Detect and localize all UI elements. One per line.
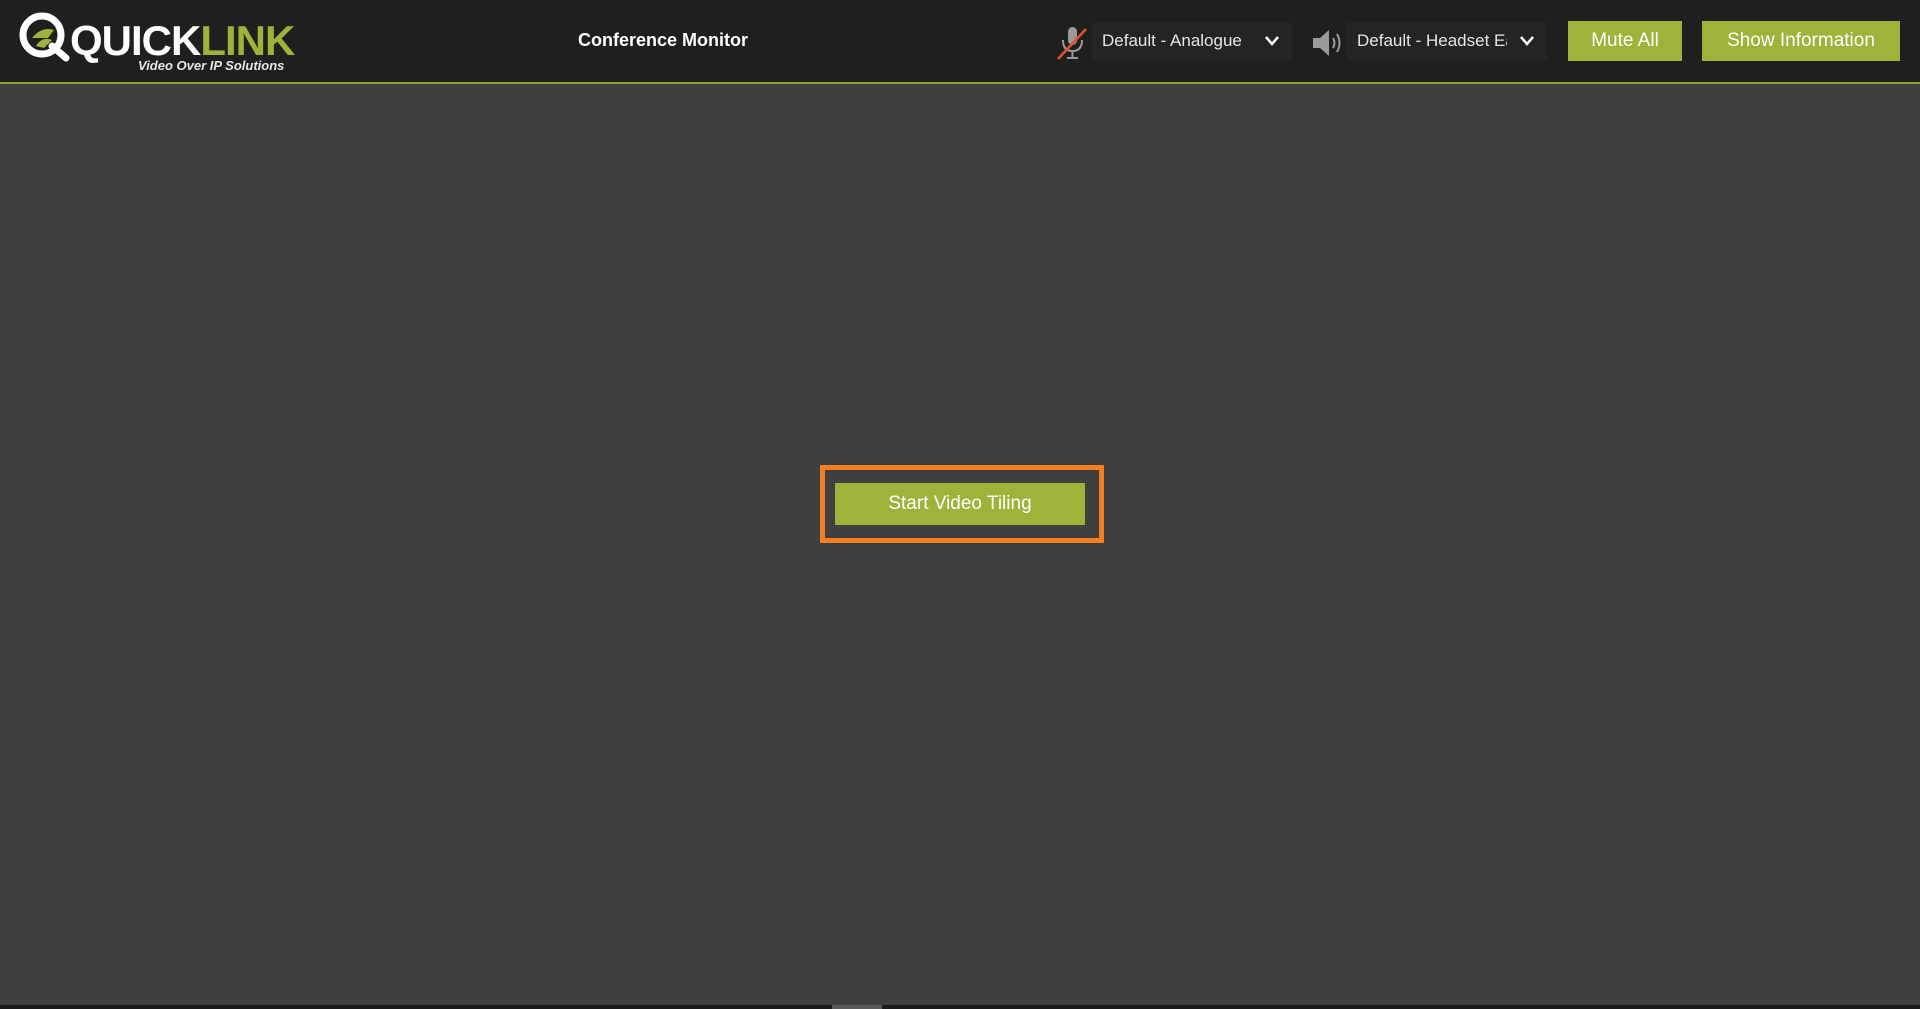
chevron-down-icon	[1265, 36, 1279, 46]
page-title: Conference Monitor	[578, 30, 749, 50]
microphone-select-value: Default - Analogue	[1102, 31, 1242, 50]
speaker-select-value: Default - Headset Ea	[1357, 31, 1507, 50]
logo-word-quick: QUICK	[70, 17, 201, 64]
quicklink-logo: QUICKLINK Video Over IP Solutions	[18, 8, 295, 74]
bottom-bar	[0, 1005, 1920, 1009]
logo-word-link: LINK	[200, 17, 295, 64]
chevron-down-icon	[1520, 36, 1534, 46]
microphone-select[interactable]: Default - Analogue	[1092, 22, 1292, 60]
show-information-button[interactable]: Show Information	[1702, 21, 1900, 61]
mute-all-button[interactable]: Mute All	[1568, 21, 1682, 61]
logo-tagline: Video Over IP Solutions	[138, 58, 285, 73]
app-window: QUICKLINK Video Over IP Solutions Confer…	[0, 0, 1920, 1009]
speaker-icon[interactable]	[1310, 27, 1344, 59]
start-video-tiling-button[interactable]: Start Video Tiling	[835, 483, 1085, 525]
speaker-select[interactable]: Default - Headset Ea	[1347, 22, 1547, 60]
quicklink-logo-mark-icon	[19, 12, 70, 62]
bottom-resize-handle[interactable]	[832, 1005, 882, 1009]
top-header: QUICKLINK Video Over IP Solutions Confer…	[0, 0, 1920, 84]
microphone-muted-icon[interactable]	[1056, 25, 1088, 61]
